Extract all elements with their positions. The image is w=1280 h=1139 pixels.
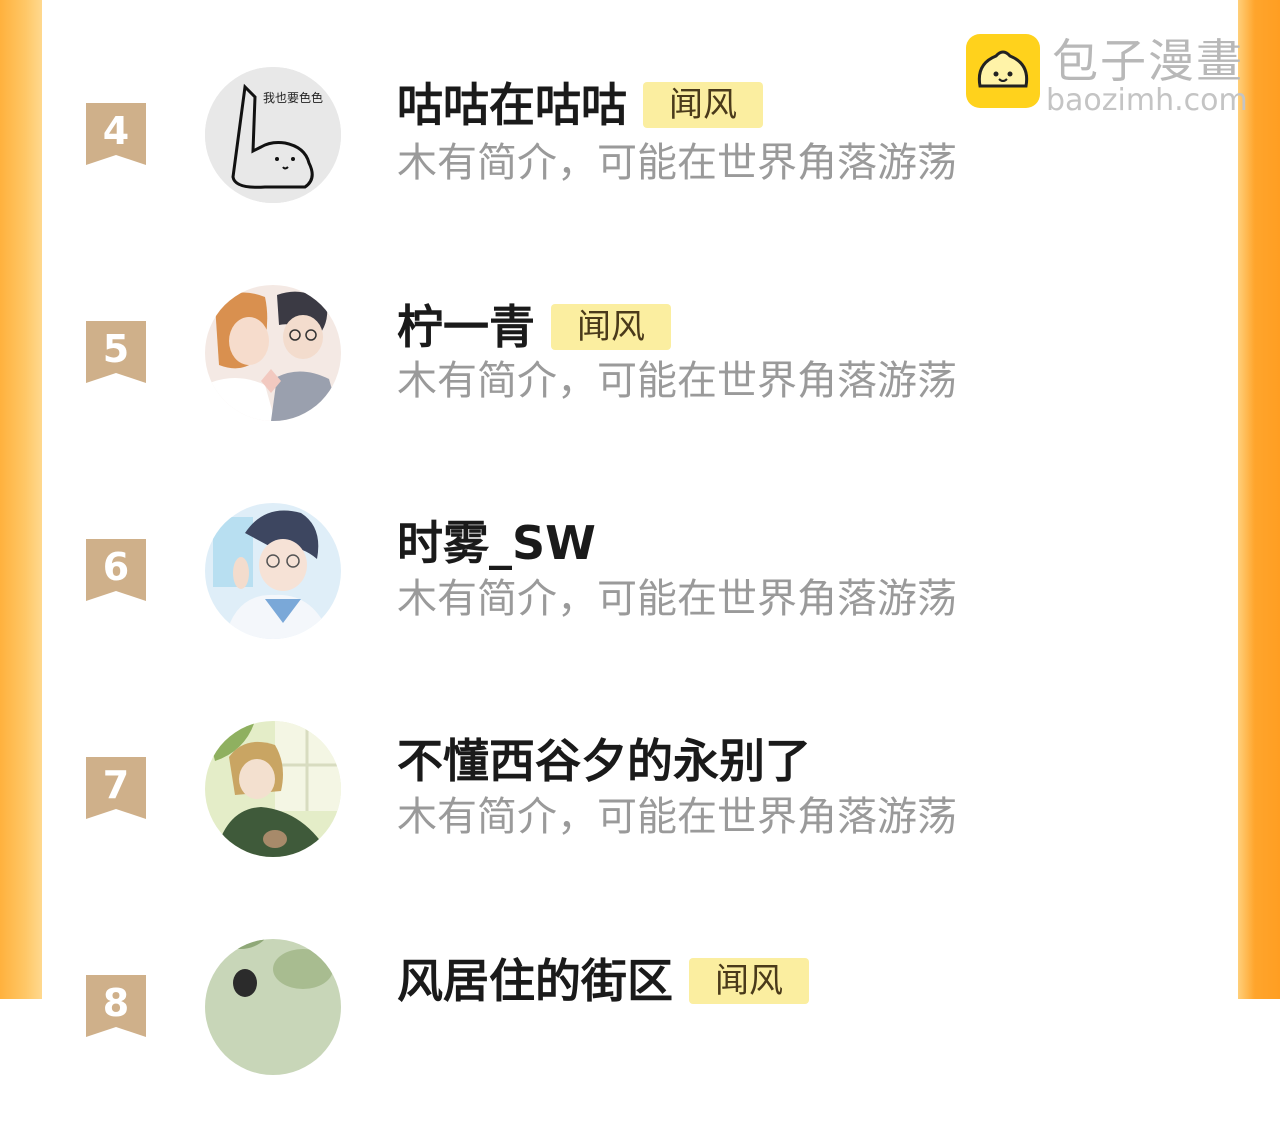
ranking-row[interactable]: 5 柠一青 闻风 木有简介，可能在世界角落游荡 [42,285,1238,485]
user-intro: 木有简介，可能在世界角落游荡 [397,140,957,186]
ranking-row[interactable]: 7 不懂西谷夕的永别了 木有简介，可能在世界角落游荡 [42,721,1238,921]
rank-badge: 6 [86,539,146,601]
level-tag: 闻风 [643,81,763,128]
watermark: 包子漫畫 baozimh.com [966,34,1256,118]
rank-number: 6 [102,545,130,589]
rank-number: 8 [102,981,130,1025]
rank-number: 7 [102,763,130,807]
user-intro: 木有简介，可能在世界角落游荡 [397,358,957,404]
rank-badge: 5 [86,321,146,383]
left-border [0,0,42,999]
ranking-row[interactable]: 6 时雾_SW 木有简介，可能在世界角落游荡 [42,503,1238,703]
rank-badge: 8 [86,975,146,1037]
rank-number: 5 [102,327,130,371]
user-name[interactable]: 不懂西谷夕的永别了 [397,733,811,789]
rank-badge: 7 [86,757,146,819]
avatar-caption: 我也要色色 [263,91,323,105]
right-border [1238,0,1280,999]
anime-boy-glasses-avatar[interactable] [205,503,341,639]
cat-sketch-avatar[interactable]: 我也要色色 [205,67,341,203]
rank-badge: 4 [86,103,146,165]
level-tag: 闻风 [551,303,671,350]
user-name[interactable]: 风居住的街区 闻风 [397,953,809,1009]
watermark-brand: 包子漫畫 [1052,34,1244,88]
anime-character-window-avatar[interactable] [205,721,341,857]
rank-number: 4 [102,109,130,153]
ranking-row[interactable]: 8 风居住的街区 闻风 [42,939,1238,1139]
user-intro: 木有简介，可能在世界角落游荡 [397,794,957,840]
garden-scene-avatar[interactable] [205,939,341,1075]
level-tag: 闻风 [689,957,809,1004]
user-name[interactable]: 咕咕在咕咕 闻风 [397,77,763,133]
user-name[interactable]: 时雾_SW [397,515,596,571]
user-name[interactable]: 柠一青 闻风 [397,299,671,355]
anime-couple-avatar[interactable] [205,285,341,421]
user-intro: 木有简介，可能在世界角落游荡 [397,576,957,622]
watermark-url: baozimh.com [1046,83,1248,118]
bun-logo-icon [966,34,1040,108]
